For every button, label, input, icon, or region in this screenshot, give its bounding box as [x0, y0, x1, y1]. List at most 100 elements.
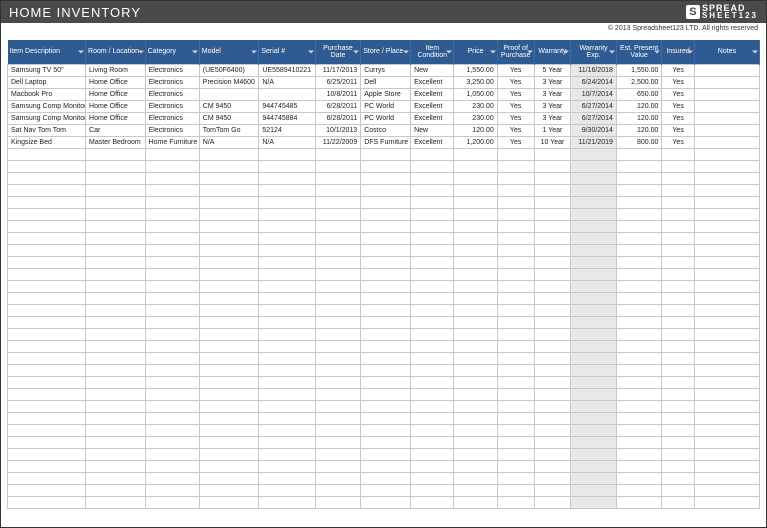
cell-empty[interactable] [454, 160, 497, 172]
sort-icon[interactable] [490, 50, 496, 53]
cell-empty[interactable] [662, 388, 695, 400]
cell-cat[interactable]: Electronics [145, 112, 199, 124]
sort-icon[interactable] [353, 50, 359, 53]
cell-empty[interactable] [361, 280, 411, 292]
table-row[interactable]: Samsung Comp MonitorHome OfficeElectroni… [8, 100, 760, 112]
cell-empty[interactable] [694, 400, 759, 412]
cell-empty[interactable] [86, 244, 146, 256]
cell-empty[interactable] [694, 472, 759, 484]
cell-empty[interactable] [571, 280, 617, 292]
table-row[interactable] [8, 208, 760, 220]
cell-serial[interactable]: 52124 [259, 124, 315, 136]
table-row[interactable] [8, 148, 760, 160]
cell-empty[interactable] [199, 292, 259, 304]
cell-empty[interactable] [315, 244, 361, 256]
cell-empty[interactable] [454, 292, 497, 304]
table-row[interactable] [8, 376, 760, 388]
cell-empty[interactable] [662, 496, 695, 508]
cell-empty[interactable] [8, 376, 86, 388]
cell-empty[interactable] [571, 220, 617, 232]
table-row[interactable] [8, 184, 760, 196]
cell-model[interactable]: CM 9450 [199, 100, 259, 112]
cell-warr[interactable]: 1 Year [534, 124, 571, 136]
cell-empty[interactable] [497, 316, 534, 328]
sort-icon[interactable] [609, 50, 615, 53]
cell-empty[interactable] [361, 244, 411, 256]
cell-empty[interactable] [497, 352, 534, 364]
cell-empty[interactable] [86, 388, 146, 400]
cell-model[interactable]: Precision M4600 [199, 76, 259, 88]
cell-empty[interactable] [86, 340, 146, 352]
cell-empty[interactable] [86, 448, 146, 460]
cell-empty[interactable] [315, 280, 361, 292]
cell-ins[interactable]: Yes [662, 76, 695, 88]
cell-empty[interactable] [315, 448, 361, 460]
cell-empty[interactable] [86, 160, 146, 172]
cell-empty[interactable] [616, 232, 662, 244]
cell-empty[interactable] [616, 256, 662, 268]
cell-empty[interactable] [694, 352, 759, 364]
cell-empty[interactable] [534, 220, 571, 232]
cell-empty[interactable] [145, 484, 199, 496]
cell-empty[interactable] [534, 196, 571, 208]
cell-empty[interactable] [411, 472, 454, 484]
cell-empty[interactable] [497, 376, 534, 388]
cell-empty[interactable] [199, 340, 259, 352]
cell-store[interactable]: PC World [361, 112, 411, 124]
cell-empty[interactable] [662, 364, 695, 376]
cell-empty[interactable] [694, 460, 759, 472]
cell-empty[interactable] [361, 268, 411, 280]
cell-empty[interactable] [454, 304, 497, 316]
cell-empty[interactable] [411, 232, 454, 244]
cell-empty[interactable] [8, 268, 86, 280]
cell-empty[interactable] [571, 412, 617, 424]
cell-empty[interactable] [497, 340, 534, 352]
table-row[interactable] [8, 388, 760, 400]
cell-empty[interactable] [616, 280, 662, 292]
cell-empty[interactable] [8, 424, 86, 436]
cell-empty[interactable] [454, 460, 497, 472]
cell-empty[interactable] [8, 232, 86, 244]
sort-icon[interactable] [687, 50, 693, 53]
cell-empty[interactable] [86, 316, 146, 328]
cell-empty[interactable] [86, 412, 146, 424]
cell-empty[interactable] [454, 268, 497, 280]
cell-empty[interactable] [497, 424, 534, 436]
cell-empty[interactable] [616, 364, 662, 376]
col-category[interactable]: Category [145, 40, 199, 64]
cell-empty[interactable] [411, 184, 454, 196]
cell-proof[interactable]: Yes [497, 124, 534, 136]
cell-empty[interactable] [616, 292, 662, 304]
cell-empty[interactable] [497, 184, 534, 196]
cell-empty[interactable] [571, 472, 617, 484]
cell-empty[interactable] [199, 172, 259, 184]
cell-empty[interactable] [361, 316, 411, 328]
cell-proof[interactable]: Yes [497, 88, 534, 100]
cell-empty[interactable] [454, 208, 497, 220]
cell-empty[interactable] [411, 304, 454, 316]
cell-empty[interactable] [497, 472, 534, 484]
cell-empty[interactable] [199, 376, 259, 388]
cell-empty[interactable] [8, 184, 86, 196]
cell-empty[interactable] [616, 436, 662, 448]
cell-empty[interactable] [616, 340, 662, 352]
cell-empty[interactable] [199, 160, 259, 172]
table-row[interactable] [8, 436, 760, 448]
cell-serial[interactable]: N/A [259, 76, 315, 88]
cell-empty[interactable] [199, 280, 259, 292]
cell-cond[interactable]: Excellent [411, 76, 454, 88]
cell-empty[interactable] [616, 184, 662, 196]
cell-empty[interactable] [315, 316, 361, 328]
sort-icon[interactable] [752, 50, 758, 53]
cell-empty[interactable] [534, 292, 571, 304]
cell-empty[interactable] [694, 160, 759, 172]
cell-wexp[interactable]: 6/24/2014 [571, 76, 617, 88]
cell-empty[interactable] [259, 148, 315, 160]
cell-empty[interactable] [361, 472, 411, 484]
cell-empty[interactable] [616, 472, 662, 484]
cell-empty[interactable] [315, 220, 361, 232]
cell-wexp[interactable]: 11/16/2018 [571, 64, 617, 76]
cell-empty[interactable] [145, 280, 199, 292]
col-notes[interactable]: Notes [694, 40, 759, 64]
cell-empty[interactable] [199, 256, 259, 268]
